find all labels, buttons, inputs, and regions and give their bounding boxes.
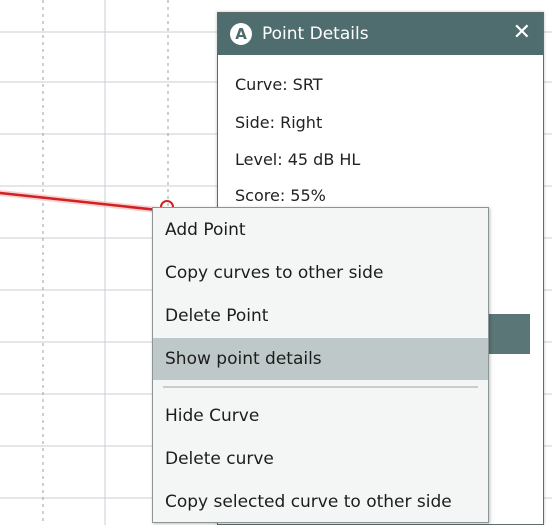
details-action-button[interactable]	[488, 314, 530, 354]
detail-curve: Curve: SRT	[235, 75, 323, 94]
side-badge: A	[230, 23, 252, 45]
point-details-title: Point Details	[262, 24, 369, 44]
close-icon[interactable]: ✕	[513, 21, 531, 45]
detail-score: Score: 55%	[235, 186, 326, 205]
menu-separator	[163, 386, 478, 388]
detail-level: Level: 45 dB HL	[235, 150, 361, 169]
menu-item-copy-selected-curve[interactable]: Copy selected curve to other side	[153, 481, 488, 523]
context-menu: Add Point Copy curves to other side Dele…	[152, 207, 489, 523]
menu-item-copy-curves[interactable]: Copy curves to other side	[153, 252, 488, 294]
point-details-header: A Point Details ✕	[218, 13, 543, 55]
menu-item-delete-point[interactable]: Delete Point	[153, 295, 488, 337]
menu-item-delete-curve[interactable]: Delete curve	[153, 438, 488, 480]
menu-item-hide-curve[interactable]: Hide Curve	[153, 395, 488, 437]
detail-side: Side: Right	[235, 113, 323, 132]
menu-item-show-point-details[interactable]: Show point details	[153, 338, 488, 380]
menu-item-add-point[interactable]: Add Point	[153, 209, 488, 251]
